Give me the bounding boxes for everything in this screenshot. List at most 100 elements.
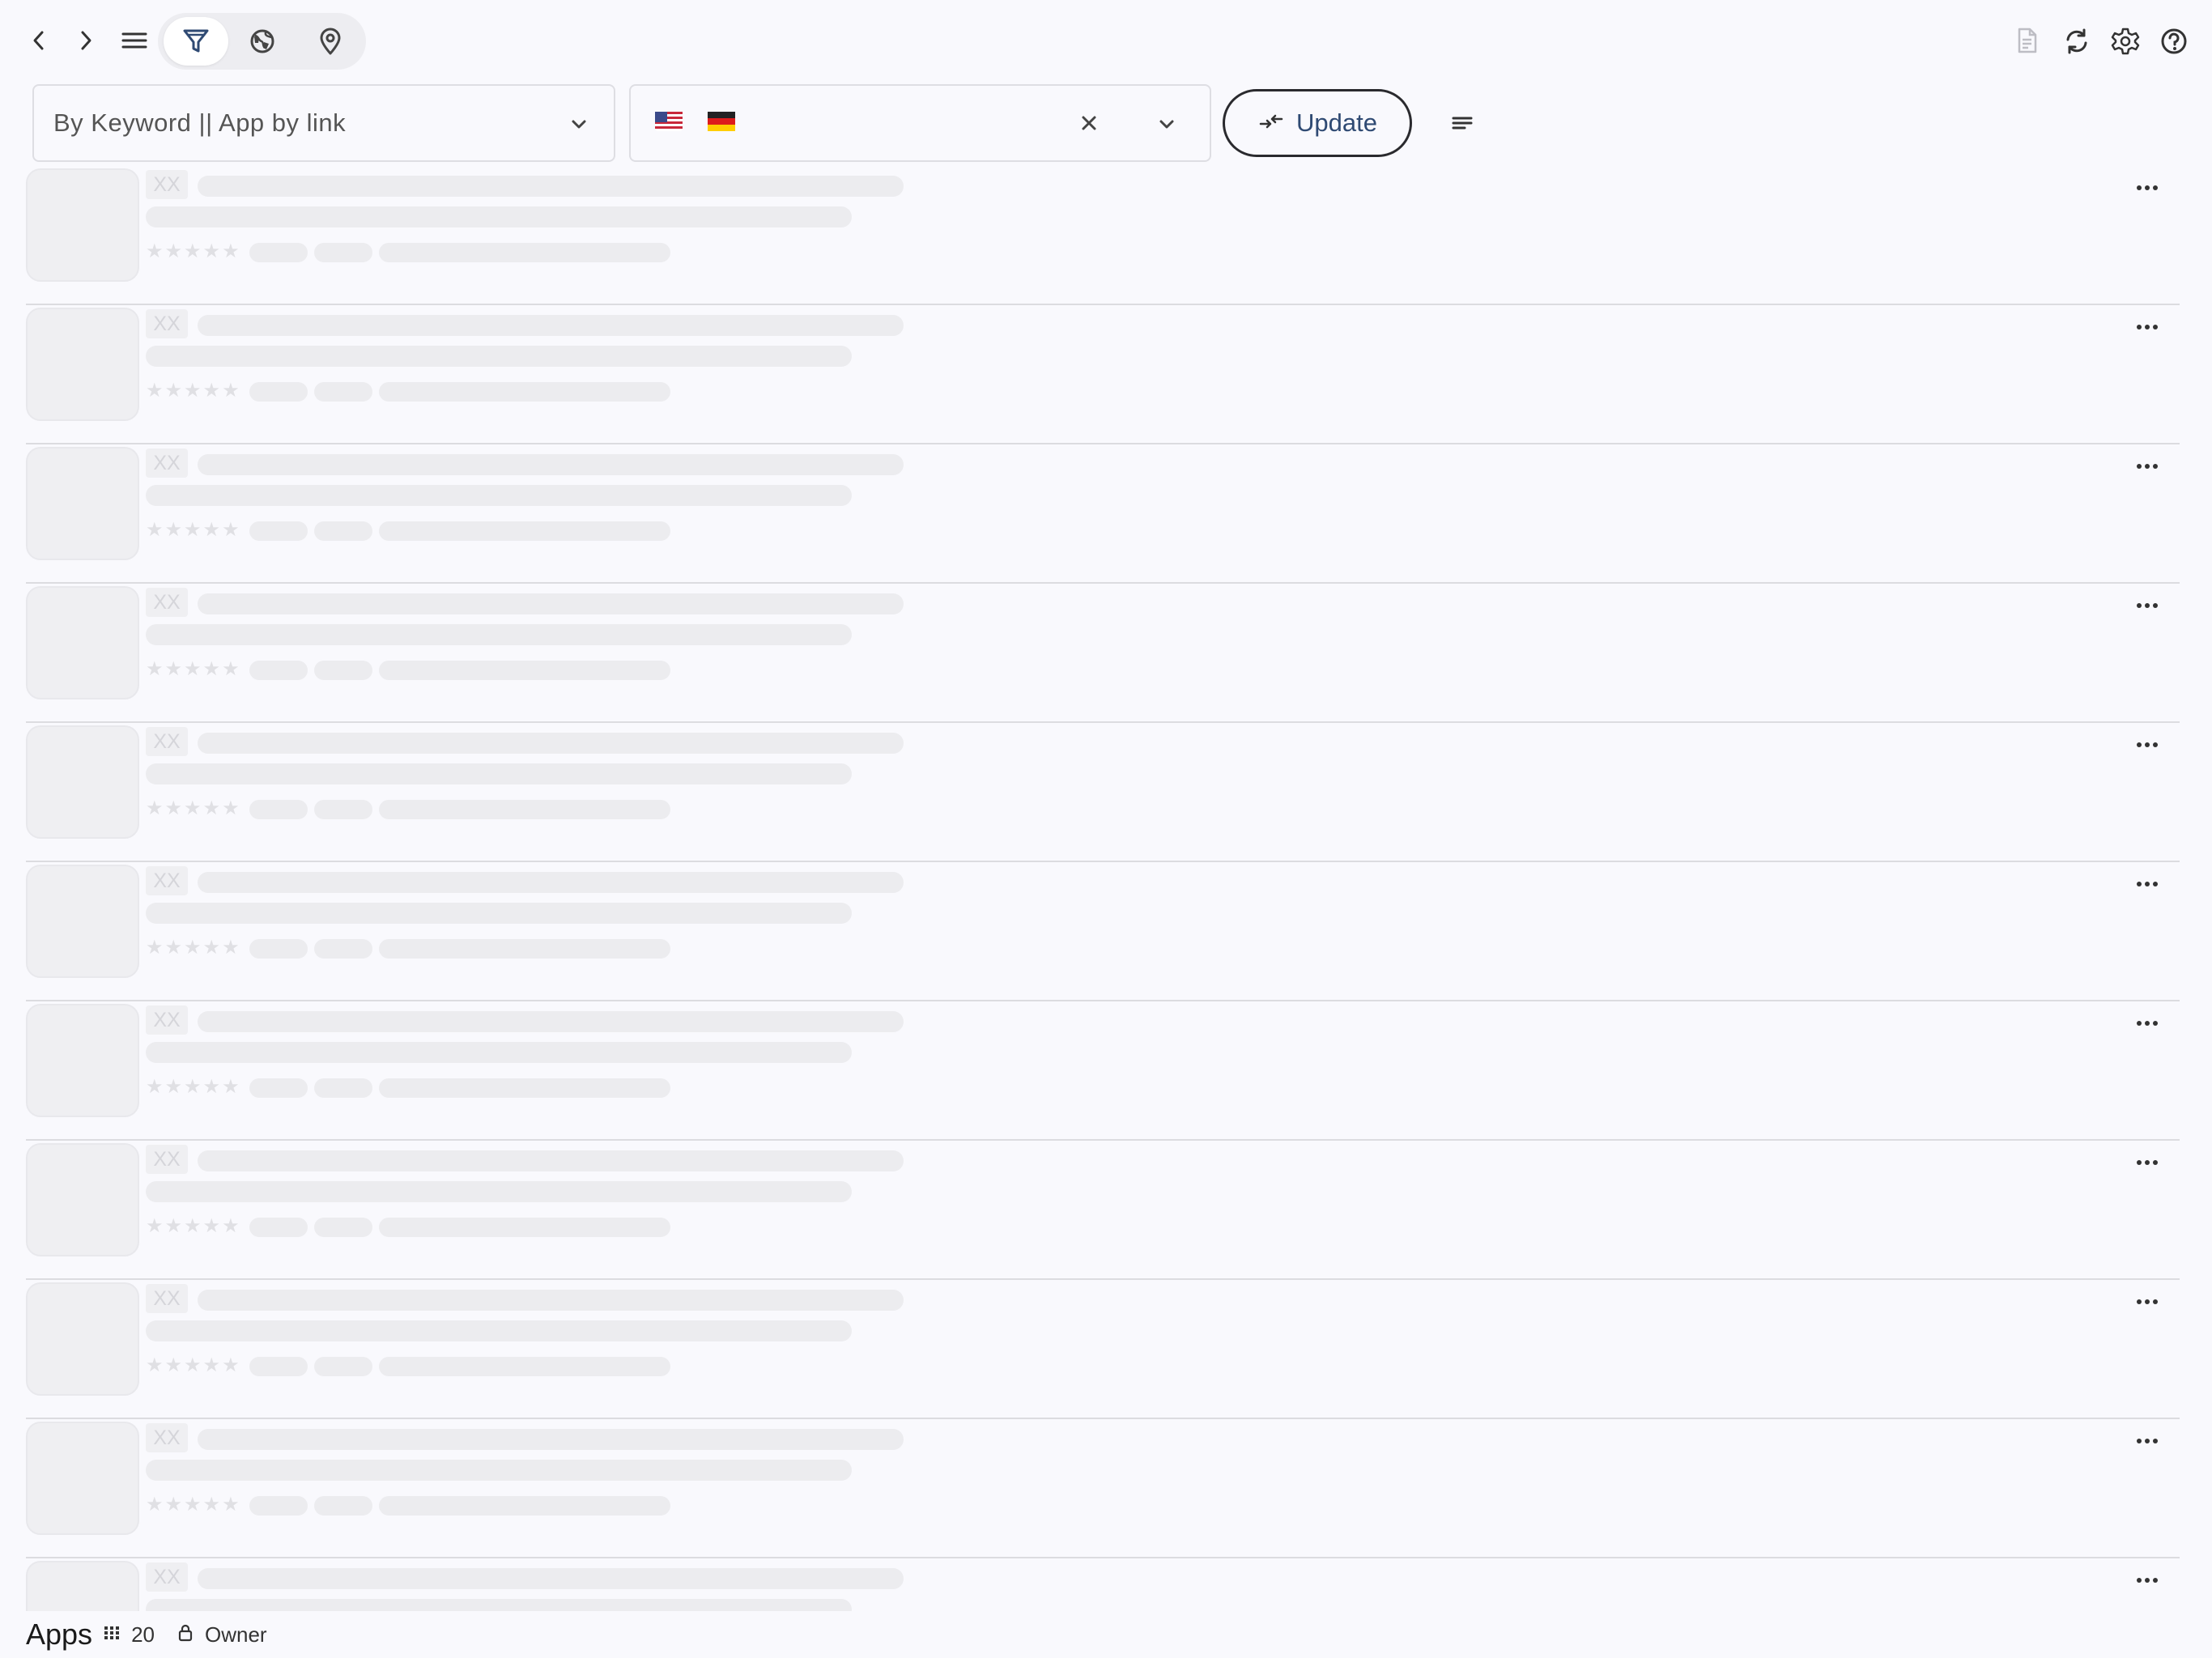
globe-icon[interactable] bbox=[243, 24, 282, 58]
settings-icon[interactable] bbox=[2108, 24, 2142, 58]
meta-placeholder bbox=[249, 1496, 308, 1516]
meta-placeholder bbox=[379, 382, 670, 402]
star-icon: ★ bbox=[164, 519, 183, 541]
more-options-icon[interactable] bbox=[2136, 741, 2159, 749]
app-icon-placeholder bbox=[26, 1282, 139, 1396]
app-subtitle-placeholder bbox=[146, 903, 852, 924]
more-options-icon[interactable] bbox=[2136, 602, 2159, 610]
owner-label: Owner bbox=[204, 1622, 267, 1647]
sort-icon[interactable] bbox=[1448, 110, 1477, 136]
app-icon-placeholder bbox=[26, 725, 139, 839]
keyword-search-input[interactable]: By Keyword || App by link bbox=[32, 84, 615, 162]
star-icon: ★ bbox=[146, 658, 164, 680]
clear-icon[interactable] bbox=[1074, 108, 1104, 138]
star-icon: ★ bbox=[184, 1215, 202, 1237]
star-icon: ★ bbox=[222, 797, 240, 819]
chevron-left-icon[interactable] bbox=[21, 21, 57, 60]
report-icon[interactable] bbox=[2011, 24, 2044, 58]
app-title-placeholder bbox=[198, 1011, 904, 1032]
star-icon: ★ bbox=[184, 937, 202, 959]
star-icon: ★ bbox=[184, 1076, 202, 1098]
grid-icon bbox=[104, 1625, 120, 1645]
star-icon: ★ bbox=[164, 1354, 183, 1376]
meta-placeholder bbox=[379, 800, 670, 819]
app-code-placeholder: XX bbox=[146, 170, 188, 199]
chevron-down-icon[interactable] bbox=[565, 110, 593, 138]
list-item[interactable]: XX★★★★★ bbox=[26, 723, 2180, 862]
meta-placeholder bbox=[379, 661, 670, 680]
more-options-icon[interactable] bbox=[2136, 184, 2159, 192]
more-options-icon[interactable] bbox=[2136, 880, 2159, 888]
star-icon: ★ bbox=[164, 658, 183, 680]
star-icon: ★ bbox=[164, 937, 183, 959]
list-item[interactable]: XX★★★★★ bbox=[26, 584, 2180, 723]
app-icon-placeholder bbox=[26, 865, 139, 978]
app-title-placeholder bbox=[198, 593, 904, 614]
location-pin-icon[interactable] bbox=[311, 24, 350, 58]
more-options-icon[interactable] bbox=[2136, 1158, 2159, 1167]
more-options-icon[interactable] bbox=[2136, 323, 2159, 331]
list-item[interactable]: XX★★★★★ bbox=[26, 1419, 2180, 1558]
meta-placeholder bbox=[249, 800, 308, 819]
list-item[interactable]: XX★★★★★ bbox=[26, 1280, 2180, 1419]
menu-icon[interactable] bbox=[117, 24, 152, 57]
rating-stars: ★ ★ ★ ★ ★ bbox=[146, 381, 240, 401]
rating-stars: ★ ★ ★ ★ ★ bbox=[146, 799, 240, 818]
footer-title: Apps bbox=[26, 1618, 93, 1651]
star-icon: ★ bbox=[164, 1215, 183, 1237]
app-subtitle-placeholder bbox=[146, 1042, 852, 1063]
list-item[interactable]: XX★★★★★ bbox=[26, 1141, 2180, 1280]
meta-placeholder bbox=[249, 1078, 308, 1098]
app-code-placeholder: XX bbox=[146, 449, 188, 478]
more-options-icon[interactable] bbox=[2136, 1437, 2159, 1445]
meta-placeholder bbox=[379, 1078, 670, 1098]
footer-bar: Apps 20 Owner bbox=[0, 1611, 2212, 1658]
filter-icon[interactable] bbox=[177, 24, 215, 58]
update-button-label: Update bbox=[1296, 108, 1377, 137]
star-icon: ★ bbox=[202, 240, 221, 262]
app-icon-placeholder bbox=[26, 586, 139, 699]
more-options-icon[interactable] bbox=[2136, 1576, 2159, 1584]
meta-placeholder bbox=[249, 521, 308, 541]
star-icon: ★ bbox=[184, 1354, 202, 1376]
star-icon: ★ bbox=[146, 1076, 164, 1098]
app-title-placeholder bbox=[198, 315, 904, 336]
app-code-placeholder: XX bbox=[146, 1145, 188, 1174]
country-select[interactable] bbox=[629, 84, 1211, 162]
list-item[interactable]: XX★★★★★ bbox=[26, 166, 2180, 305]
star-icon: ★ bbox=[202, 1215, 221, 1237]
star-icon: ★ bbox=[222, 937, 240, 959]
star-icon: ★ bbox=[184, 519, 202, 541]
list-item[interactable]: XX★★★★★ bbox=[26, 444, 2180, 584]
star-icon: ★ bbox=[202, 1076, 221, 1098]
app-icon-placeholder bbox=[26, 168, 139, 282]
star-icon: ★ bbox=[146, 937, 164, 959]
more-options-icon[interactable] bbox=[2136, 1019, 2159, 1027]
app-subtitle-placeholder bbox=[146, 1181, 852, 1202]
help-icon[interactable] bbox=[2157, 24, 2191, 58]
more-options-icon[interactable] bbox=[2136, 1298, 2159, 1306]
chevron-down-icon[interactable] bbox=[1153, 110, 1180, 138]
star-icon: ★ bbox=[222, 519, 240, 541]
meta-placeholder bbox=[379, 1496, 670, 1516]
rating-stars: ★ ★ ★ ★ ★ bbox=[146, 1356, 240, 1375]
star-icon: ★ bbox=[202, 1494, 221, 1516]
chevron-right-icon[interactable] bbox=[68, 21, 104, 60]
star-icon: ★ bbox=[146, 1354, 164, 1376]
meta-placeholder bbox=[314, 800, 372, 819]
star-icon: ★ bbox=[222, 1354, 240, 1376]
update-button[interactable]: Update bbox=[1223, 89, 1412, 157]
meta-placeholder bbox=[379, 1357, 670, 1376]
list-item[interactable]: XX★★★★★ bbox=[26, 305, 2180, 444]
refresh-icon[interactable] bbox=[2060, 24, 2094, 58]
more-options-icon[interactable] bbox=[2136, 462, 2159, 470]
star-icon: ★ bbox=[146, 380, 164, 402]
list-item[interactable]: XX★★★★★ bbox=[26, 1558, 2180, 1611]
list-item[interactable]: XX★★★★★ bbox=[26, 862, 2180, 1001]
meta-placeholder bbox=[379, 1218, 670, 1237]
list-item[interactable]: XX★★★★★ bbox=[26, 1001, 2180, 1141]
meta-placeholder bbox=[314, 661, 372, 680]
meta-placeholder bbox=[314, 1496, 372, 1516]
star-icon: ★ bbox=[164, 1494, 183, 1516]
star-icon: ★ bbox=[184, 658, 202, 680]
